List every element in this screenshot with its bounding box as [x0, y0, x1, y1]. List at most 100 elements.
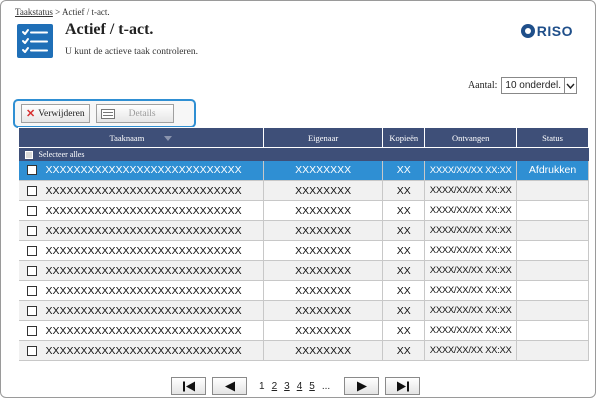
cell-copies: XX: [382, 260, 426, 281]
page-number-1[interactable]: 1: [259, 381, 265, 392]
table-row[interactable]: XXXXXXXXXXXXXXXXXXXXXXXXXXXX XXXXXXXX XX XX…: [18, 160, 589, 181]
table-row[interactable]: XXXXXXXXXXXXXXXXXXXXXXXXXXXX XXXXXXXX XX XX…: [18, 260, 589, 281]
page-number-5[interactable]: 5: [309, 381, 315, 392]
table-row[interactable]: XXXXXXXXXXXXXXXXXXXXXXXXXXXX XXXXXXXX XX XX…: [18, 200, 589, 221]
table-row[interactable]: XXXXXXXXXXXXXXXXXXXXXXXXXXXX XXXXXXXX XX XX…: [18, 220, 589, 241]
cell-status: [516, 340, 589, 361]
row-checkbox[interactable]: [26, 325, 37, 336]
cell-received: XXXX/XX/XX XX:XX: [424, 240, 518, 261]
row-checkbox[interactable]: [26, 205, 37, 216]
table-row[interactable]: XXXXXXXXXXXXXXXXXXXXXXXXXXXX XXXXXXXX XX XX…: [18, 280, 589, 301]
item-count-select[interactable]: 10 onderdel.: [501, 77, 577, 94]
select-all-row: Selecteer alles: [18, 147, 589, 161]
cell-copies: XX: [382, 240, 426, 261]
table-row[interactable]: XXXXXXXXXXXXXXXXXXXXXXXXXXXX XXXXXXXX XX XX…: [18, 320, 589, 341]
delete-button[interactable]: ✕ Verwijderen: [21, 104, 90, 123]
cell-job-name: XXXXXXXXXXXXXXXXXXXXXXXXXXXX: [18, 200, 264, 221]
page-number-2[interactable]: 2: [272, 381, 278, 392]
column-header-status[interactable]: Status: [516, 127, 589, 148]
details-list-icon: [100, 108, 115, 119]
cell-job-name: XXXXXXXXXXXXXXXXXXXXXXXXXXXX: [18, 280, 264, 301]
first-page-button[interactable]: [171, 377, 206, 395]
table-row[interactable]: XXXXXXXXXXXXXXXXXXXXXXXXXXXX XXXXXXXX XX XX…: [18, 180, 589, 201]
item-count-label: Aantal:: [467, 80, 498, 91]
job-table: Taaknaam Eigenaar Kopieën Ontvangen Stat…: [18, 127, 589, 361]
cell-received: XXXX/XX/XX XX:XX: [424, 320, 518, 341]
cell-received: XXXX/XX/XX XX:XX: [424, 200, 518, 221]
cell-copies: XX: [382, 300, 426, 321]
pagination: 1 2 3 4 5 ...: [171, 377, 421, 395]
table-row[interactable]: XXXXXXXXXXXXXXXXXXXXXXXXXXXX XXXXXXXX XX XX…: [18, 240, 589, 261]
cell-owner: XXXXXXXX: [263, 320, 384, 341]
cell-copies: XX: [382, 280, 426, 301]
cell-owner: XXXXXXXX: [263, 280, 384, 301]
cell-copies: XX: [382, 160, 426, 181]
item-count-control: Aantal: 10 onderdel.: [468, 77, 577, 94]
row-checkbox[interactable]: [26, 245, 37, 256]
job-name-text: XXXXXXXXXXXXXXXXXXXXXXXXXXXX: [45, 324, 242, 337]
last-page-icon: [396, 381, 409, 391]
cell-copies: XX: [382, 180, 426, 201]
cell-copies: XX: [382, 200, 426, 221]
row-checkbox[interactable]: [26, 265, 37, 276]
last-page-button[interactable]: [385, 377, 421, 395]
cell-status: [516, 260, 589, 281]
table-row[interactable]: XXXXXXXXXXXXXXXXXXXXXXXXXXXX XXXXXXXX XX XX…: [18, 300, 589, 321]
job-name-text: XXXXXXXXXXXXXXXXXXXXXXXXXXXX: [45, 204, 242, 217]
delete-button-label: Verwijderen: [38, 108, 85, 119]
breadcrumb-link-taakstatus[interactable]: Taakstatus: [15, 7, 53, 17]
job-name-text: XXXXXXXXXXXXXXXXXXXXXXXXXXXX: [45, 184, 242, 197]
column-header-kopieen[interactable]: Kopieën: [382, 127, 426, 148]
details-button-label: Details: [128, 108, 156, 119]
first-page-icon: [182, 381, 195, 391]
riso-logo: RISO: [520, 23, 573, 39]
prev-page-icon: [224, 381, 235, 391]
row-checkbox[interactable]: [26, 185, 37, 196]
details-button[interactable]: Details: [95, 104, 174, 123]
cell-job-name: XXXXXXXXXXXXXXXXXXXXXXXXXXXX: [18, 300, 264, 321]
row-checkbox[interactable]: [26, 345, 37, 356]
delete-x-icon: ✕: [26, 108, 36, 120]
cell-copies: XX: [382, 340, 426, 361]
page-number-3[interactable]: 3: [284, 381, 290, 392]
cell-owner: XXXXXXXX: [263, 220, 384, 241]
cell-job-name: XXXXXXXXXXXXXXXXXXXXXXXXXXXX: [18, 320, 264, 341]
page-numbers: 1 2 3 4 5 ...: [259, 381, 330, 392]
chevron-down-icon[interactable]: [564, 78, 576, 93]
cell-received: XXXX/XX/XX XX:XX: [424, 260, 518, 281]
cell-job-name: XXXXXXXXXXXXXXXXXXXXXXXXXXXX: [18, 240, 264, 261]
riso-logo-mark-icon: [520, 24, 535, 38]
page-number-4[interactable]: 4: [297, 381, 303, 392]
page-subtitle: U kunt de actieve taak controleren.: [65, 47, 198, 57]
cell-status: [516, 300, 589, 321]
column-header-eigenaar[interactable]: Eigenaar: [262, 127, 384, 148]
row-checkbox[interactable]: [26, 225, 37, 236]
prev-page-button[interactable]: [212, 377, 247, 395]
cell-copies: XX: [382, 320, 426, 341]
cell-status: [516, 180, 589, 201]
next-page-button[interactable]: [344, 377, 380, 395]
row-checkbox[interactable]: [26, 285, 37, 296]
cell-owner: XXXXXXXX: [263, 160, 384, 181]
column-header-ontvangen[interactable]: Ontvangen: [424, 127, 518, 148]
row-checkbox[interactable]: [26, 165, 37, 176]
row-checkbox[interactable]: [26, 305, 37, 316]
select-all-checkbox[interactable]: [24, 150, 33, 159]
job-name-text: XXXXXXXXXXXXXXXXXXXXXXXXXXXX: [45, 164, 242, 177]
cell-owner: XXXXXXXX: [263, 260, 384, 281]
column-header-taaknaam[interactable]: Taaknaam: [18, 127, 264, 148]
cell-job-name: XXXXXXXXXXXXXXXXXXXXXXXXXXXX: [18, 220, 264, 241]
table-header-row: Taaknaam Eigenaar Kopieën Ontvangen Stat…: [18, 127, 589, 148]
sort-icon: [164, 136, 173, 142]
job-name-text: XXXXXXXXXXXXXXXXXXXXXXXXXXXX: [45, 284, 242, 297]
cell-received: XXXX/XX/XX XX:XX: [424, 340, 518, 361]
cell-owner: XXXXXXXX: [263, 240, 384, 261]
table-row[interactable]: XXXXXXXXXXXXXXXXXXXXXXXXXXXX XXXXXXXX XX XX…: [18, 340, 589, 361]
job-name-text: XXXXXXXXXXXXXXXXXXXXXXXXXXXX: [45, 304, 242, 317]
job-name-text: XXXXXXXXXXXXXXXXXXXXXXXXXXXX: [45, 224, 242, 237]
item-count-value: 10 onderdel.: [505, 80, 561, 91]
cell-status: [516, 320, 589, 341]
cell-received: XXXX/XX/XX XX:XX: [424, 280, 518, 301]
next-page-icon: [356, 381, 367, 391]
job-name-text: XXXXXXXXXXXXXXXXXXXXXXXXXXXX: [45, 264, 242, 277]
